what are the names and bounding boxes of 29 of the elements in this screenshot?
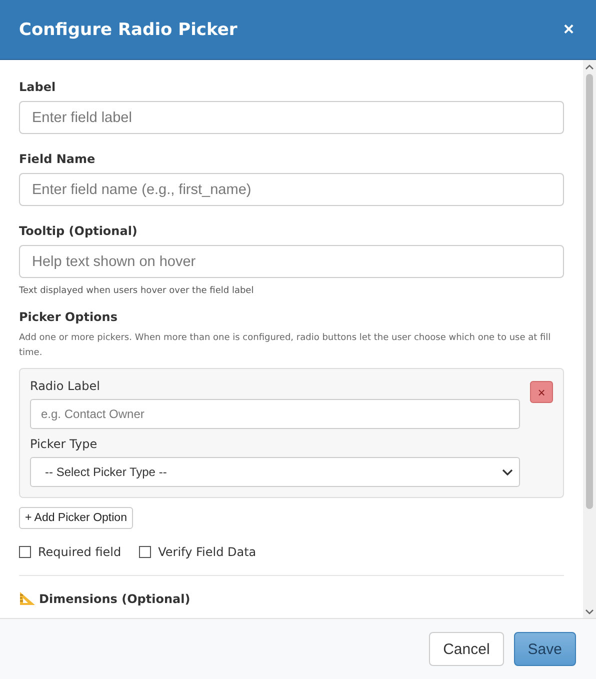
section-title[interactable]: Dimensions (Optional) — [39, 592, 190, 606]
scroll-down-icon[interactable] — [585, 609, 594, 615]
select-dropdown[interactable]: -- Select Picker Type -- — [30, 457, 520, 487]
help-text: Text displayed when users hover over the field label — [19, 286, 255, 296]
scrollbar[interactable] — [583, 60, 596, 618]
save-button[interactable]: Save — [514, 632, 576, 666]
description-text: Add one or more pickers. When more than one is configured, radio buttons let the user choose which one to use at fill time. — [19, 332, 552, 360]
checkbox[interactable] — [19, 546, 31, 558]
input-field[interactable]: Enter field label — [19, 101, 564, 134]
remove-button[interactable]: × — [530, 381, 553, 403]
close-button[interactable]: × — [563, 19, 574, 40]
chevron-down-icon — [502, 468, 513, 476]
input-field[interactable]: e.g. Contact Owner — [30, 399, 520, 429]
cancel-button[interactable]: Cancel — [429, 632, 504, 666]
checkbox[interactable] — [139, 546, 152, 558]
scroll-up-icon[interactable] — [585, 64, 594, 70]
field-label: Picker Type — [30, 437, 98, 451]
add-option-button[interactable]: + Add Picker Option — [19, 507, 133, 529]
checkbox-label: Verify Field Data — [158, 545, 256, 559]
input-field[interactable]: Enter field name (e.g., first_name) — [19, 173, 564, 206]
section-heading: Picker Options — [19, 310, 118, 324]
field-label: Label — [19, 80, 57, 94]
checkbox-label: Required field — [38, 545, 122, 559]
dialog-title: Configure Radio Picker — [19, 20, 238, 40]
field-label: Field Name — [19, 152, 96, 166]
triangle-ruler-icon — [19, 591, 36, 606]
field-label: Radio Label — [30, 379, 100, 393]
field-label: Tooltip (Optional) — [19, 224, 138, 238]
input-field[interactable]: Help text shown on hover — [19, 245, 564, 278]
